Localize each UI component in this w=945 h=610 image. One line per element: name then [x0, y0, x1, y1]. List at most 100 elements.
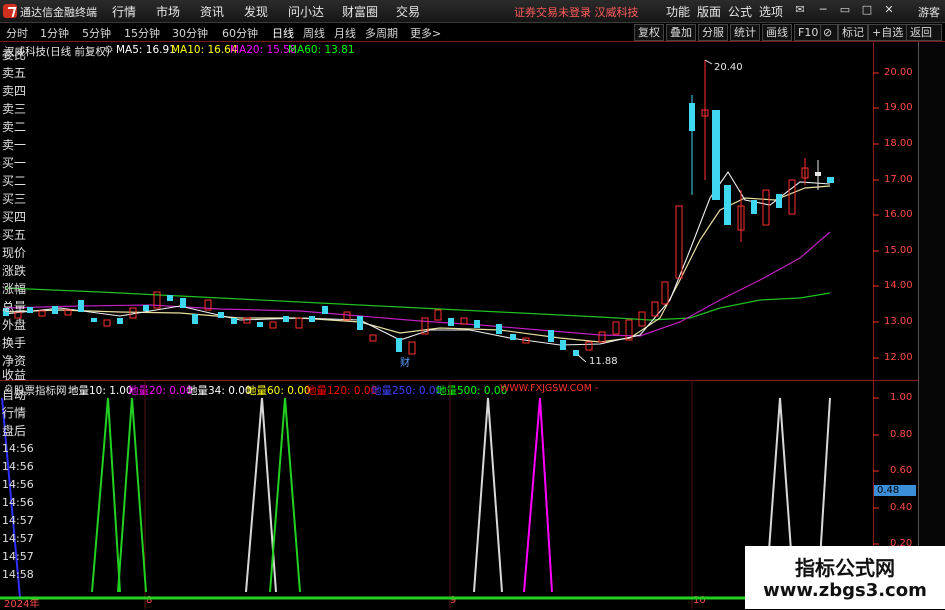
quote-label: 卖二: [2, 120, 27, 134]
menu-bar: 通达信金融终端 行情 市场 资讯 发现 问小达 财富圈 交易 证券交易未登录 汉…: [0, 0, 945, 23]
period-60min[interactable]: 60分钟: [222, 25, 258, 41]
menu-zixun[interactable]: 资讯: [200, 3, 224, 20]
menu-caifuquan[interactable]: 财富圈: [342, 3, 378, 20]
period-30min[interactable]: 30分钟: [172, 25, 208, 41]
diliang500-label: 地量500: 0.00: [436, 385, 508, 397]
tick-time: 14:57: [2, 550, 34, 563]
restore-icon[interactable]: ▭: [838, 3, 852, 17]
menu-faxian[interactable]: 发现: [244, 3, 268, 20]
quote-label: 卖四: [2, 84, 27, 98]
period-monthly[interactable]: 月线: [334, 25, 356, 41]
period-multi[interactable]: 多周期: [365, 25, 398, 41]
watermark-url: www.zbgs3.com: [763, 580, 927, 601]
indicator-tick: 0.80: [890, 429, 913, 440]
settings-icon[interactable]: ⚙: [104, 44, 113, 56]
quote-label: 买五: [2, 228, 27, 242]
after-hours-tab[interactable]: 盘后: [2, 422, 26, 439]
period-5min[interactable]: 5分钟: [82, 25, 111, 41]
diliang60-label: 地量60: 0.00: [246, 385, 311, 397]
low-price-label: 11.88: [589, 356, 618, 367]
menu-hangqing[interactable]: 行情: [112, 3, 136, 20]
tdx-logo-icon: [3, 4, 17, 18]
kline-chart[interactable]: 汉威科技(日线 前复权) ⚙ MA5: 16.91 MA10: 16.64 MA…: [0, 42, 918, 380]
diliang250-label: 地量250: 0.00: [371, 385, 443, 397]
app-title: 通达信金融终端: [20, 6, 97, 19]
overlay-button[interactable]: 叠加: [666, 24, 696, 41]
diliang34-label: 地量34: 0.00: [187, 385, 252, 397]
diliang120-label: 地量120: 0.00: [306, 385, 378, 397]
tick-time: 14:56: [2, 478, 34, 491]
ma60-label: MA60: 13.81: [288, 44, 355, 56]
tick-time: 14:57: [2, 532, 34, 545]
period-1min[interactable]: 1分钟: [40, 25, 69, 41]
maximize-icon[interactable]: □: [860, 3, 874, 17]
period-weekly[interactable]: 周线: [303, 25, 325, 41]
diliang20-label: 地量20: 0.00: [128, 385, 193, 397]
period-fenshi[interactable]: 分时: [6, 25, 28, 41]
indicator-tick: 0.60: [890, 465, 913, 476]
minimize-icon[interactable]: ─: [816, 3, 830, 17]
period-more[interactable]: 更多>: [410, 25, 441, 41]
period-15min[interactable]: 15分钟: [124, 25, 160, 41]
tick-time: 14:56: [2, 442, 34, 455]
guest-label[interactable]: 游客: [918, 4, 940, 20]
menu-gongshi[interactable]: 公式: [728, 3, 752, 20]
price-tick: 19.00: [884, 102, 913, 113]
quote-label: 换手: [2, 336, 27, 350]
price-tick: 15.00: [884, 245, 913, 256]
tick-time: 14:57: [2, 514, 34, 527]
login-notice[interactable]: 证券交易未登录 汉威科技: [514, 4, 639, 20]
menu-gongneng[interactable]: 功能: [666, 3, 690, 20]
quote-label: 涨跌: [2, 264, 27, 278]
ma20-label: MA20: 15.58: [230, 44, 297, 56]
price-tick: 20.00: [884, 67, 913, 78]
mark-button[interactable]: 标记: [838, 24, 868, 41]
add-favorite-button[interactable]: +自选: [868, 24, 908, 41]
quote-tab[interactable]: 行情: [2, 404, 26, 421]
quote-label: 总量: [2, 300, 27, 314]
adjust-button[interactable]: 复权: [634, 24, 664, 41]
diliang10-label: 地量10: 1.00: [68, 385, 133, 397]
split-button[interactable]: 分服: [698, 24, 728, 41]
website-label: WWW.FXJGSW.COM -: [500, 383, 599, 394]
quote-label: 卖一: [2, 138, 27, 152]
lock-icon[interactable]: ⊘: [820, 24, 838, 41]
tick-time: 14:58: [2, 568, 34, 581]
period-daily[interactable]: 日线: [272, 25, 294, 41]
menu-banmian[interactable]: 版面: [697, 3, 721, 20]
back-button[interactable]: 返回: [906, 24, 942, 41]
price-tick: 13.00: [884, 316, 913, 327]
quote-sidebar: [918, 42, 945, 609]
close-icon[interactable]: ✕: [882, 3, 896, 17]
high-price-label: 20.40: [714, 62, 743, 73]
menu-jiaoyi[interactable]: 交易: [396, 3, 420, 20]
price-tick: 16.00: [884, 209, 913, 220]
date-label-year: 2024年: [4, 599, 40, 610]
watermark-badge: 指标公式网 www.zbgs3.com: [745, 546, 945, 609]
quote-label: 涨幅: [2, 282, 27, 296]
date-label-aug: 8: [146, 595, 153, 606]
quote-label: 委比: [2, 48, 27, 62]
draw-line-button[interactable]: 画线: [762, 24, 792, 41]
date-label-sep: 9: [450, 595, 457, 606]
tick-time: 14:56: [2, 460, 34, 473]
quote-label: 收益: [2, 368, 27, 382]
cursor-value-badge: 0.48: [874, 485, 916, 496]
date-label-oct: 10: [693, 595, 706, 606]
quote-label: 卖三: [2, 102, 27, 116]
mail-icon[interactable]: ✉: [793, 3, 807, 17]
finance-event-marker[interactable]: 财: [400, 354, 410, 369]
price-tick: 12.00: [884, 352, 913, 363]
menu-shichang[interactable]: 市场: [156, 3, 180, 20]
period-toolbar: 分时 1分钟 5分钟 15分钟 30分钟 60分钟 日线 周线 月线 多周期 更…: [0, 23, 945, 42]
menu-wenxiaoda[interactable]: 问小达: [288, 3, 324, 20]
quote-label: 现价: [2, 246, 27, 260]
menu-xuanxiang[interactable]: 选项: [759, 3, 783, 20]
f10-button[interactable]: F10: [794, 24, 823, 41]
auto-tab[interactable]: 自动: [2, 386, 26, 403]
quote-label: 卖五: [2, 66, 27, 80]
stats-button[interactable]: 统计: [730, 24, 760, 41]
quote-label: 买四: [2, 210, 27, 224]
quote-label: 买二: [2, 174, 27, 188]
quote-label: 外盘: [2, 318, 27, 332]
